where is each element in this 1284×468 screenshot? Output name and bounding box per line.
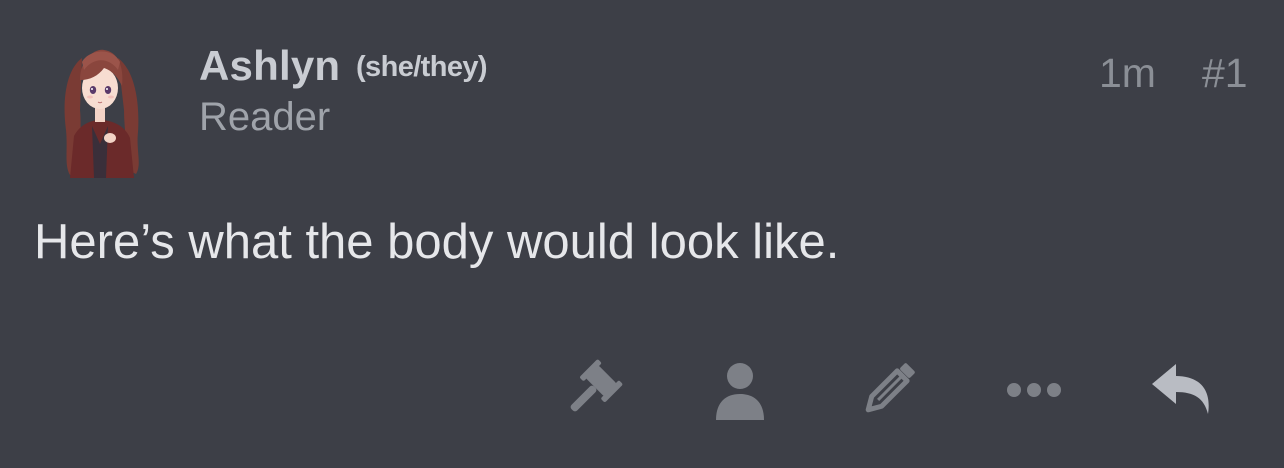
avatar[interactable] xyxy=(52,40,148,180)
author-role: Reader xyxy=(199,95,331,139)
gavel-icon xyxy=(570,359,623,412)
reply-button[interactable] xyxy=(1150,358,1214,422)
moderate-button[interactable] xyxy=(560,358,624,422)
post-timestamp[interactable]: 1m xyxy=(1099,50,1156,96)
author-name[interactable]: Ashlyn xyxy=(199,42,340,90)
reply-icon xyxy=(1152,364,1209,414)
ellipsis-icon xyxy=(1007,383,1061,397)
profile-button[interactable] xyxy=(708,358,772,422)
edit-button[interactable] xyxy=(856,358,920,422)
post-body: Here’s what the body would look like. xyxy=(34,215,840,269)
more-button[interactable] xyxy=(1002,358,1066,422)
avatar-image xyxy=(64,49,139,178)
user-icon xyxy=(716,363,764,420)
author-pronouns: (she/they) xyxy=(356,51,488,83)
post-number[interactable]: #1 xyxy=(1202,50,1248,96)
pencil-icon xyxy=(865,363,915,413)
forum-post: Ashlyn (she/they) Reader 1m #1 Here’s wh… xyxy=(0,0,1284,468)
